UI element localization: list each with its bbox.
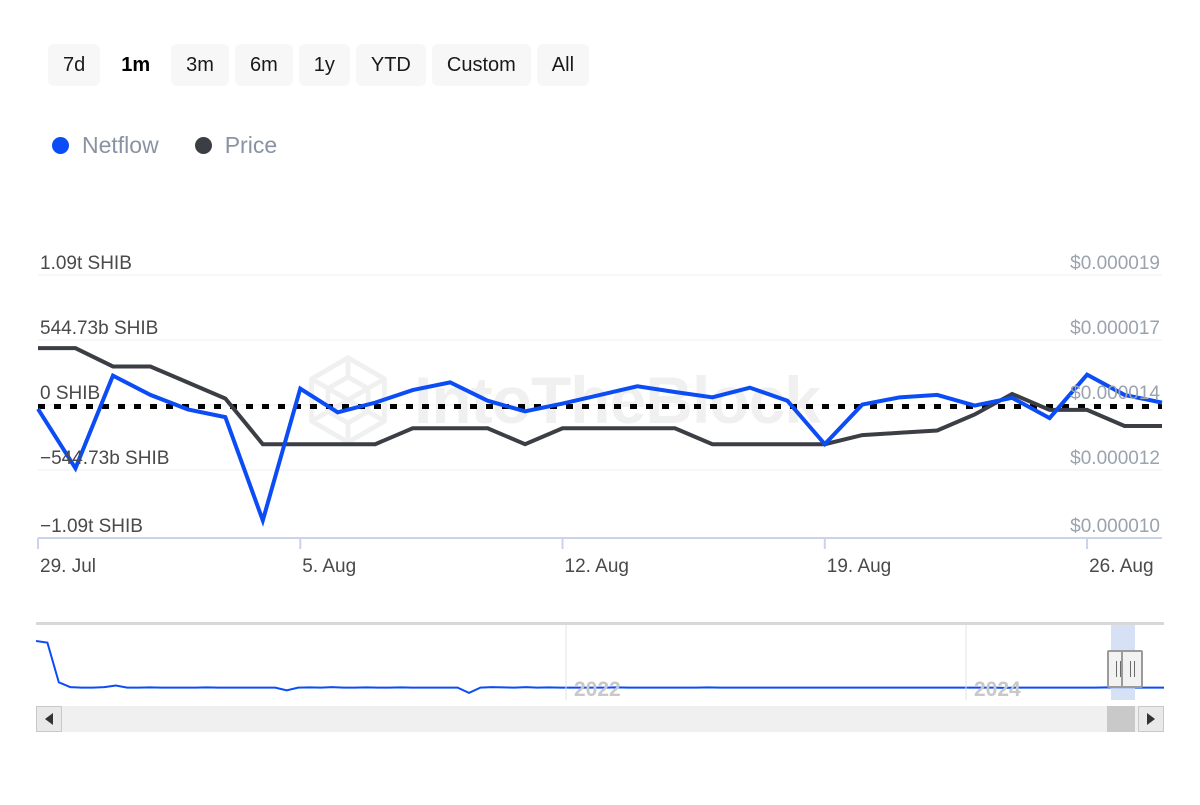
x-axis-label: 5. Aug (302, 556, 356, 578)
scroll-right-button[interactable] (1138, 706, 1164, 732)
range-button-1y[interactable]: 1y (299, 44, 350, 86)
y-axis-left-label: 544.73b SHIB (40, 318, 158, 340)
scroll-left-button[interactable] (36, 706, 62, 732)
y-axis-left-label: −1.09t SHIB (40, 516, 143, 538)
chart-legend: Netflow Price (52, 132, 277, 159)
right-arrow-icon (1147, 713, 1155, 725)
y-axis-left-label: 0 SHIB (40, 383, 100, 405)
y-axis-left-label: 1.09t SHIB (40, 253, 132, 275)
navigator-year-label: 2022 (574, 678, 621, 701)
y-axis-right-label: $0.000017 (1070, 318, 1160, 340)
navigator-year-label: 2024 (974, 678, 1021, 701)
hexagon-logo-icon (300, 352, 396, 448)
range-button-1m[interactable]: 1m (106, 44, 165, 86)
x-axis-label: 12. Aug (565, 556, 629, 578)
range-selector: 7d1m3m6m1yYTDCustomAll (48, 44, 589, 86)
chart-scrollbar[interactable] (36, 706, 1164, 732)
range-button-all[interactable]: All (537, 44, 589, 86)
scrollbar-thumb[interactable] (1107, 706, 1135, 732)
x-axis-label: 29. Jul (40, 556, 96, 578)
chart-page: 7d1m3m6m1yYTDCustomAll Netflow Price Into… (0, 0, 1200, 800)
legend-dot-icon (52, 137, 69, 154)
range-button-3m[interactable]: 3m (171, 44, 229, 86)
handle-grip-icon (1116, 661, 1117, 677)
watermark-text: IntoTheBlock (414, 367, 820, 433)
range-button-7d[interactable]: 7d (48, 44, 100, 86)
x-axis-label: 26. Aug (1089, 556, 1153, 578)
chart-navigator[interactable]: 2022 2024 (36, 622, 1164, 700)
handle-grip-icon (1134, 661, 1135, 677)
y-axis-right-label: $0.000012 (1070, 448, 1160, 470)
legend-label: Netflow (82, 132, 159, 159)
range-button-ytd[interactable]: YTD (356, 44, 426, 86)
range-button-6m[interactable]: 6m (235, 44, 293, 86)
legend-item-netflow[interactable]: Netflow (52, 132, 159, 159)
legend-dot-icon (195, 137, 212, 154)
y-axis-left-label: −544.73b SHIB (40, 448, 169, 470)
y-axis-right-label: $0.000014 (1070, 383, 1160, 405)
range-button-custom[interactable]: Custom (432, 44, 531, 86)
left-arrow-icon (45, 713, 53, 725)
navigator-handle-right[interactable] (1121, 650, 1143, 688)
y-axis-right-label: $0.000019 (1070, 253, 1160, 275)
navigator-series: 2022 2024 (36, 625, 1164, 703)
x-axis-label: 19. Aug (827, 556, 891, 578)
y-axis-right-label: $0.000010 (1070, 516, 1160, 538)
legend-item-price[interactable]: Price (195, 132, 277, 159)
legend-label: Price (225, 132, 277, 159)
handle-grip-icon (1130, 661, 1131, 677)
intotheblock-watermark: IntoTheBlock (300, 352, 820, 448)
